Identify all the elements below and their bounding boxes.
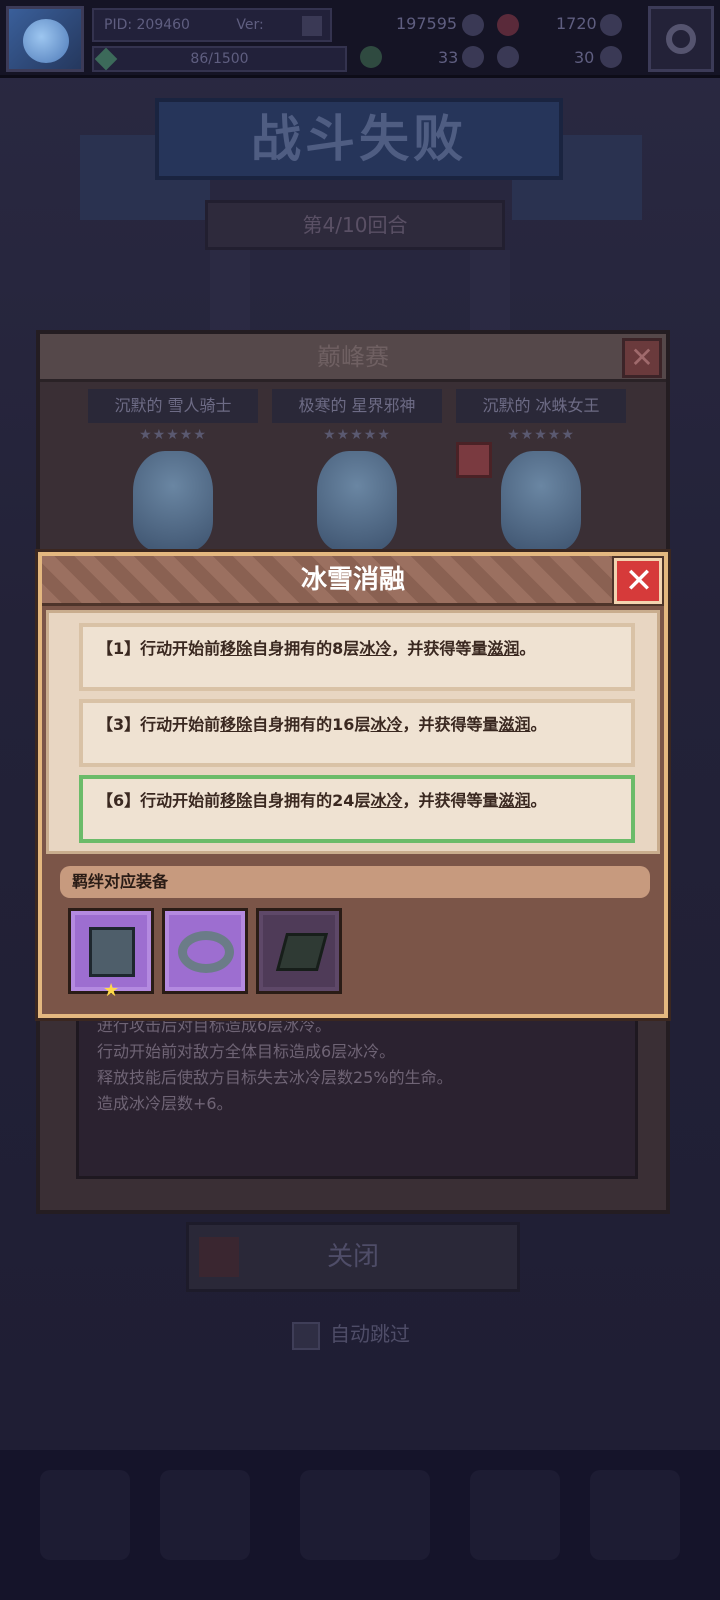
keyword-link[interactable]: 移除 bbox=[220, 639, 252, 658]
modal-title: 冰雪消融 bbox=[42, 556, 664, 606]
ticket-icon bbox=[462, 46, 484, 68]
player-id: PID: 209460 bbox=[104, 17, 190, 33]
equipment-slot-boots[interactable]: ★ bbox=[68, 908, 154, 1001]
tier-level: 【1】 bbox=[97, 639, 141, 658]
character-card[interactable]: 极寒的 星界邪神 ★★★★★ bbox=[272, 389, 442, 579]
character-sprite bbox=[501, 451, 581, 551]
effect-text: 自身拥有的24层 bbox=[252, 791, 371, 810]
gear-icon bbox=[666, 24, 696, 54]
key-icon bbox=[497, 46, 519, 68]
coin-icon bbox=[462, 14, 484, 36]
bg-pillar bbox=[470, 250, 510, 340]
skill-desc-line: 行动开始前对敌方全体目标造成6层冰冷。 bbox=[97, 1042, 396, 1061]
bottom-nav bbox=[0, 1450, 720, 1600]
bond-effect-modal: 冰雪消融 ✕ 【1】行动开始前移除自身拥有的8层冰冷，并获得等量滋润。 【3】行… bbox=[38, 552, 668, 1018]
effect-text: 行动开始前 bbox=[140, 791, 221, 810]
keyword-link[interactable]: 滋润 bbox=[487, 639, 519, 658]
effect-text: 行动开始前 bbox=[140, 715, 221, 734]
effect-text: ，并获得等量 bbox=[402, 715, 499, 734]
close-button-label: 关闭 bbox=[326, 1242, 379, 1272]
keyword-link[interactable]: 移除 bbox=[220, 791, 252, 810]
gem-icon bbox=[600, 14, 622, 36]
nav-item[interactable] bbox=[300, 1470, 430, 1560]
top-status-bar: PID: 209460 Ver: 1.0.0.1 86/1500 197595 … bbox=[0, 0, 720, 78]
boots-icon bbox=[89, 927, 135, 977]
currency-coins: 197595 bbox=[396, 14, 458, 33]
character-card[interactable]: 沉默的 冰蛛女王 ★★★★★ bbox=[456, 389, 626, 579]
keyword-link[interactable]: 滋润 bbox=[498, 791, 530, 810]
tier-level: 【3】 bbox=[97, 715, 141, 734]
auto-skip-checkbox[interactable] bbox=[292, 1321, 320, 1350]
character-card[interactable]: 沉默的 雪人骑士 ★★★★★ bbox=[88, 389, 258, 579]
nav-item[interactable] bbox=[160, 1470, 250, 1560]
equipment-slot-glove[interactable] bbox=[256, 908, 342, 994]
battle-result-banner: 战斗失败 bbox=[155, 98, 563, 180]
keyword-link[interactable]: 滋润 bbox=[498, 715, 530, 734]
glove-icon bbox=[275, 933, 329, 971]
bond-effect-tier: 【1】行动开始前移除自身拥有的8层冰冷，并获得等量滋润。 bbox=[79, 623, 635, 691]
bond-equipment-label: 羁绊对应装备 bbox=[60, 866, 650, 898]
xp-bar: 86/1500 bbox=[92, 46, 347, 72]
keyword-link[interactable]: 冰冷 bbox=[370, 791, 402, 810]
close-button[interactable]: 关闭 bbox=[186, 1222, 520, 1292]
currency-gems: 1720 bbox=[556, 14, 597, 33]
bond-effects-list: 【1】行动开始前移除自身拥有的8层冰冷，并获得等量滋润。 【3】行动开始前移除自… bbox=[46, 610, 660, 854]
keyword-link[interactable]: 冰冷 bbox=[370, 715, 402, 734]
xp-value: 86/1500 bbox=[190, 51, 249, 67]
close-icon bbox=[199, 1237, 239, 1277]
keyword-link[interactable]: 移除 bbox=[220, 715, 252, 734]
ruby-icon bbox=[497, 14, 519, 36]
effect-text: 。 bbox=[519, 639, 536, 658]
copy-icon[interactable] bbox=[302, 16, 322, 36]
peak-panel-title: 巅峰赛 bbox=[40, 334, 666, 382]
peak-close-button[interactable]: ✕ bbox=[622, 338, 662, 378]
round-indicator: 第4/10回合 bbox=[205, 200, 505, 250]
effect-text: 自身拥有的16层 bbox=[252, 715, 371, 734]
close-icon: ✕ bbox=[624, 561, 654, 601]
nav-item[interactable] bbox=[40, 1470, 130, 1560]
clover-icon bbox=[360, 46, 382, 68]
effect-text: 。 bbox=[530, 715, 547, 734]
currency-tickets: 33 bbox=[438, 48, 459, 67]
currency-keys: 30 bbox=[574, 48, 595, 67]
key-coin-icon bbox=[600, 46, 622, 68]
bond-effect-tier: 【3】行动开始前移除自身拥有的16层冰冷，并获得等量滋润。 bbox=[79, 699, 635, 767]
settings-button[interactable] bbox=[648, 6, 714, 72]
character-name: 沉默的 雪人骑士 bbox=[88, 389, 258, 423]
tier-level: 【6】 bbox=[97, 791, 141, 810]
player-avatar[interactable] bbox=[6, 6, 84, 72]
effect-text: 自身拥有的8层 bbox=[252, 639, 360, 658]
nav-item[interactable] bbox=[470, 1470, 560, 1560]
avatar-face bbox=[23, 19, 69, 63]
lock-icon bbox=[456, 442, 492, 478]
nav-item[interactable] bbox=[590, 1470, 680, 1560]
character-sprite bbox=[133, 451, 213, 551]
skill-desc-line: 造成冰冷层数+6。 bbox=[97, 1094, 233, 1113]
character-stars: ★★★★★ bbox=[323, 427, 391, 443]
star-icon: ★ bbox=[103, 980, 120, 1001]
auto-skip-label: 自动跳过 bbox=[330, 1322, 410, 1346]
player-id-box: PID: 209460 Ver: 1.0.0.1 bbox=[92, 8, 332, 63]
character-sprite bbox=[317, 451, 397, 551]
bond-effect-tier-active: 【6】行动开始前移除自身拥有的24层冰冷，并获得等量滋润。 bbox=[79, 775, 635, 843]
character-stars: ★★★★★ bbox=[139, 427, 207, 443]
skill-desc-line: 释放技能后使敌方目标失去冰冷层数25%的生命。 bbox=[97, 1068, 453, 1087]
ring-icon bbox=[178, 931, 234, 973]
character-stars: ★★★★★ bbox=[507, 427, 575, 443]
equipment-slot-ring[interactable] bbox=[162, 908, 248, 994]
bg-pillar bbox=[210, 250, 250, 340]
effect-text: 行动开始前 bbox=[140, 639, 221, 658]
effect-text: 。 bbox=[530, 791, 547, 810]
keyword-link[interactable]: 冰冷 bbox=[359, 639, 391, 658]
character-name: 极寒的 星界邪神 bbox=[272, 389, 442, 423]
effect-text: ，并获得等量 bbox=[391, 639, 488, 658]
modal-close-button[interactable]: ✕ bbox=[614, 558, 662, 604]
auto-skip-toggle[interactable]: 自动跳过 bbox=[292, 1318, 410, 1350]
xp-gem-icon bbox=[94, 47, 118, 71]
effect-text: ，并获得等量 bbox=[402, 791, 499, 810]
character-name: 沉默的 冰蛛女王 bbox=[456, 389, 626, 423]
